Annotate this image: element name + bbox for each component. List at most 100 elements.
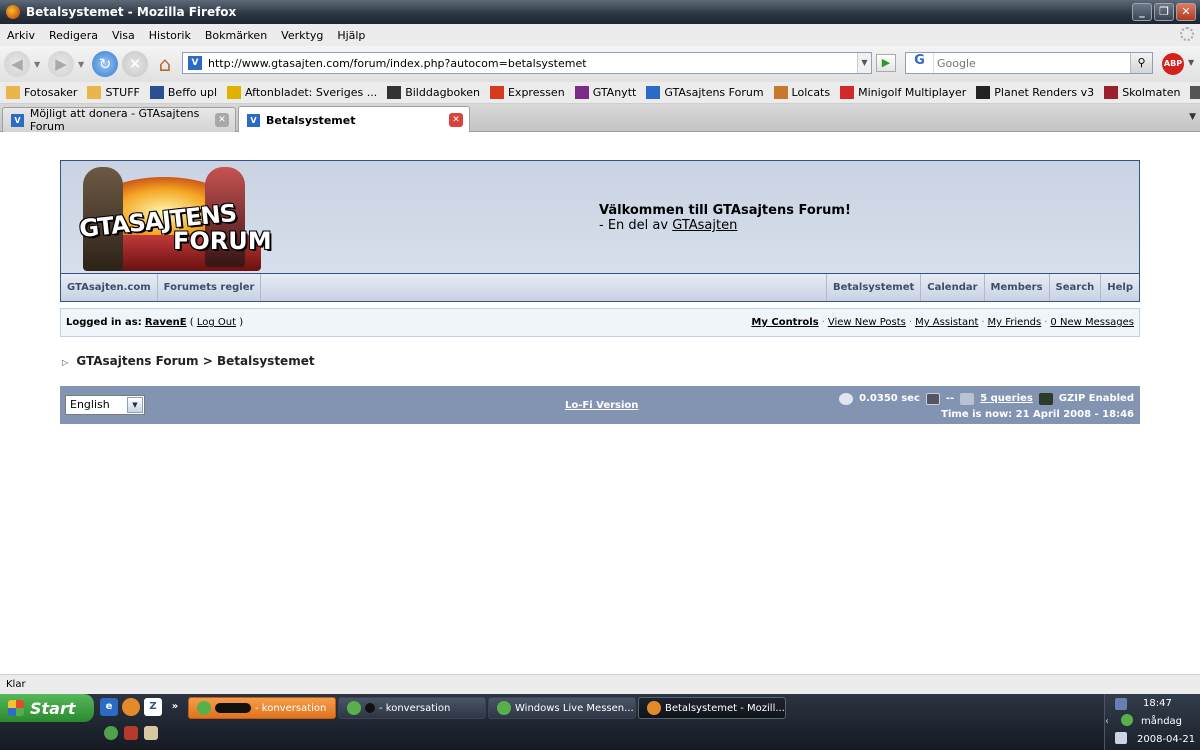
username-link[interactable]: RavenE bbox=[145, 317, 187, 328]
server-load: -- bbox=[945, 393, 955, 404]
taskbar-item-windows-live-messenger[interactable]: Windows Live Messen... bbox=[488, 697, 636, 719]
bookmark-item[interactable]: Expressen bbox=[489, 86, 565, 99]
bookmark-label: Aftonbladet: Sveriges ... bbox=[245, 86, 378, 99]
firefox-quicklaunch-icon[interactable] bbox=[122, 698, 140, 716]
adblock-dropdown-icon[interactable]: ▼ bbox=[1188, 58, 1194, 67]
adblock-icon[interactable]: ABP bbox=[1162, 53, 1184, 75]
back-icon[interactable]: ◀ bbox=[4, 51, 30, 77]
wireless-icon[interactable] bbox=[1115, 732, 1127, 744]
new-messages-link[interactable]: 0 New Messages bbox=[1050, 317, 1134, 328]
tab-label: Betalsystemet bbox=[266, 113, 356, 127]
url-bar[interactable]: V ▼ bbox=[182, 52, 872, 74]
zend-icon[interactable]: Z bbox=[144, 698, 162, 716]
clock-date: 2008-04-21 bbox=[1137, 734, 1196, 745]
bookmark-item[interactable]: GTAnytt bbox=[574, 86, 636, 99]
breadcrumb-current: Betalsystemet bbox=[216, 354, 315, 368]
menu-arkiv[interactable]: Arkiv bbox=[7, 29, 35, 42]
minimize-button[interactable]: _ bbox=[1132, 3, 1152, 21]
language-select[interactable]: English ▼ bbox=[65, 395, 145, 415]
view-new-posts-link[interactable]: View New Posts bbox=[828, 317, 906, 328]
logo-text-forum: FORUM bbox=[173, 227, 272, 255]
start-button[interactable]: Start bbox=[0, 694, 94, 722]
go-button[interactable]: ▶ bbox=[876, 54, 896, 72]
messenger-icon bbox=[197, 701, 211, 715]
bookmark-item[interactable]: Fotosaker bbox=[6, 86, 77, 99]
taskbar-item-konversation-2[interactable]: - konversation bbox=[338, 697, 486, 719]
bookmark-item[interactable]: Wikipedia bbox=[1190, 86, 1200, 99]
tab-bar: V Möjligt att donera - GTAsajtens Forum … bbox=[0, 104, 1200, 133]
nav-help[interactable]: Help bbox=[1101, 274, 1139, 301]
search-bar[interactable]: G ⚲ bbox=[905, 52, 1153, 74]
nav-calendar[interactable]: Calendar bbox=[921, 274, 985, 301]
nav-spacer bbox=[261, 274, 827, 301]
home-icon[interactable]: ⌂ bbox=[152, 51, 178, 77]
bookmark-item[interactable]: Lolcats bbox=[773, 86, 830, 99]
bookmark-item[interactable]: Aftonbladet: Sveriges ... bbox=[227, 86, 377, 99]
queries-link[interactable]: 5 queries bbox=[980, 391, 1033, 407]
quick-launch: e Z » bbox=[100, 698, 184, 716]
lofi-version-link[interactable]: Lo-Fi Version bbox=[565, 400, 638, 411]
search-input[interactable] bbox=[934, 56, 1124, 70]
taskbar-item-firefox[interactable]: Betalsystemet - Mozill... bbox=[638, 697, 786, 719]
my-controls-link[interactable]: My Controls bbox=[751, 317, 818, 328]
open-paren: ( bbox=[189, 317, 194, 328]
reload-icon[interactable]: ↻ bbox=[92, 51, 118, 77]
quicklaunch-chevron-icon[interactable]: » bbox=[166, 698, 184, 716]
nav-search[interactable]: Search bbox=[1050, 274, 1102, 301]
paint-icon[interactable] bbox=[124, 726, 138, 740]
bookmark-item[interactable]: GTAsajtens Forum bbox=[646, 86, 764, 99]
window-titlebar: Betalsystemet - Mozilla Firefox _ ❐ ✕ bbox=[0, 0, 1200, 24]
tray-expand-icon[interactable]: ‹ bbox=[1105, 716, 1117, 728]
bookmark-item[interactable]: STUFF bbox=[87, 86, 140, 99]
tab-close-icon[interactable]: ✕ bbox=[215, 113, 229, 127]
logout-link[interactable]: Log Out bbox=[197, 317, 236, 328]
login-status: Logged in as: RavenE ( Log Out ) bbox=[66, 317, 243, 328]
taskbar-item-label: - konversation bbox=[255, 702, 327, 714]
bookmark-item[interactable]: Skolmaten bbox=[1104, 86, 1180, 99]
nav-members[interactable]: Members bbox=[985, 274, 1050, 301]
menu-historik[interactable]: Historik bbox=[149, 29, 191, 42]
tab-close-icon[interactable]: ✕ bbox=[449, 113, 463, 127]
network-icon[interactable] bbox=[1115, 698, 1127, 710]
folder-icon bbox=[6, 86, 20, 99]
bookmark-item[interactable]: Minigolf Multiplayer bbox=[840, 86, 966, 99]
url-dropdown-icon[interactable]: ▼ bbox=[857, 53, 871, 73]
internet-explorer-icon[interactable]: e bbox=[100, 698, 118, 716]
bookmark-item[interactable]: Beffo upl bbox=[149, 86, 217, 99]
menu-bokmarken[interactable]: Bokmärken bbox=[205, 29, 267, 42]
forward-icon[interactable]: ▶ bbox=[48, 51, 74, 77]
my-friends-link[interactable]: My Friends bbox=[988, 317, 1042, 328]
maximize-button[interactable]: ❐ bbox=[1154, 3, 1174, 21]
chevron-down-icon[interactable]: ▼ bbox=[127, 397, 143, 413]
taskbar-item-konversation-1[interactable]: - konversation bbox=[188, 697, 336, 719]
messenger-tray-icon[interactable] bbox=[1121, 714, 1133, 726]
nav-gtasajten-com[interactable]: GTAsajten.com bbox=[61, 274, 158, 301]
search-icon[interactable]: ⚲ bbox=[1130, 53, 1152, 73]
breadcrumb-separator: > bbox=[202, 354, 213, 368]
bookmark-label: Skolmaten bbox=[1122, 86, 1181, 99]
menu-verktyg[interactable]: Verktyg bbox=[281, 29, 323, 42]
tool-icon[interactable] bbox=[144, 726, 158, 740]
tab-favicon-icon: V bbox=[11, 113, 24, 127]
tab-list-dropdown-icon[interactable]: ▼ bbox=[1189, 112, 1196, 122]
nav-forumets-regler[interactable]: Forumets regler bbox=[158, 274, 262, 301]
url-input[interactable] bbox=[208, 54, 848, 72]
stop-icon[interactable]: ✕ bbox=[122, 51, 148, 77]
menu-redigera[interactable]: Redigera bbox=[49, 29, 98, 42]
bookmark-item[interactable]: Planet Renders v3 bbox=[976, 86, 1094, 99]
messenger-icon[interactable] bbox=[104, 726, 118, 740]
bookmark-item[interactable]: Bilddagboken bbox=[387, 86, 480, 99]
menu-hjalp[interactable]: Hjälp bbox=[337, 29, 365, 42]
my-assistant-link[interactable]: My Assistant bbox=[915, 317, 978, 328]
gtasajten-link[interactable]: GTAsajten bbox=[672, 218, 737, 233]
back-history-dropdown[interactable]: ▼ bbox=[34, 60, 44, 69]
nav-betalsystemet[interactable]: Betalsystemet bbox=[827, 274, 922, 301]
menu-visa[interactable]: Visa bbox=[112, 29, 135, 42]
close-button[interactable]: ✕ bbox=[1176, 3, 1196, 21]
tab-mojligt-att-donera[interactable]: V Möjligt att donera - GTAsajtens Forum … bbox=[2, 107, 236, 133]
search-engine-icon[interactable]: G bbox=[906, 53, 934, 73]
tab-betalsystemet[interactable]: V Betalsystemet ✕ bbox=[238, 106, 470, 133]
forward-history-dropdown[interactable]: ▼ bbox=[78, 60, 88, 69]
breadcrumb-root[interactable]: GTAsajtens Forum bbox=[76, 354, 198, 368]
forum-logo[interactable]: GTASAJTENS FORUM bbox=[69, 165, 272, 273]
